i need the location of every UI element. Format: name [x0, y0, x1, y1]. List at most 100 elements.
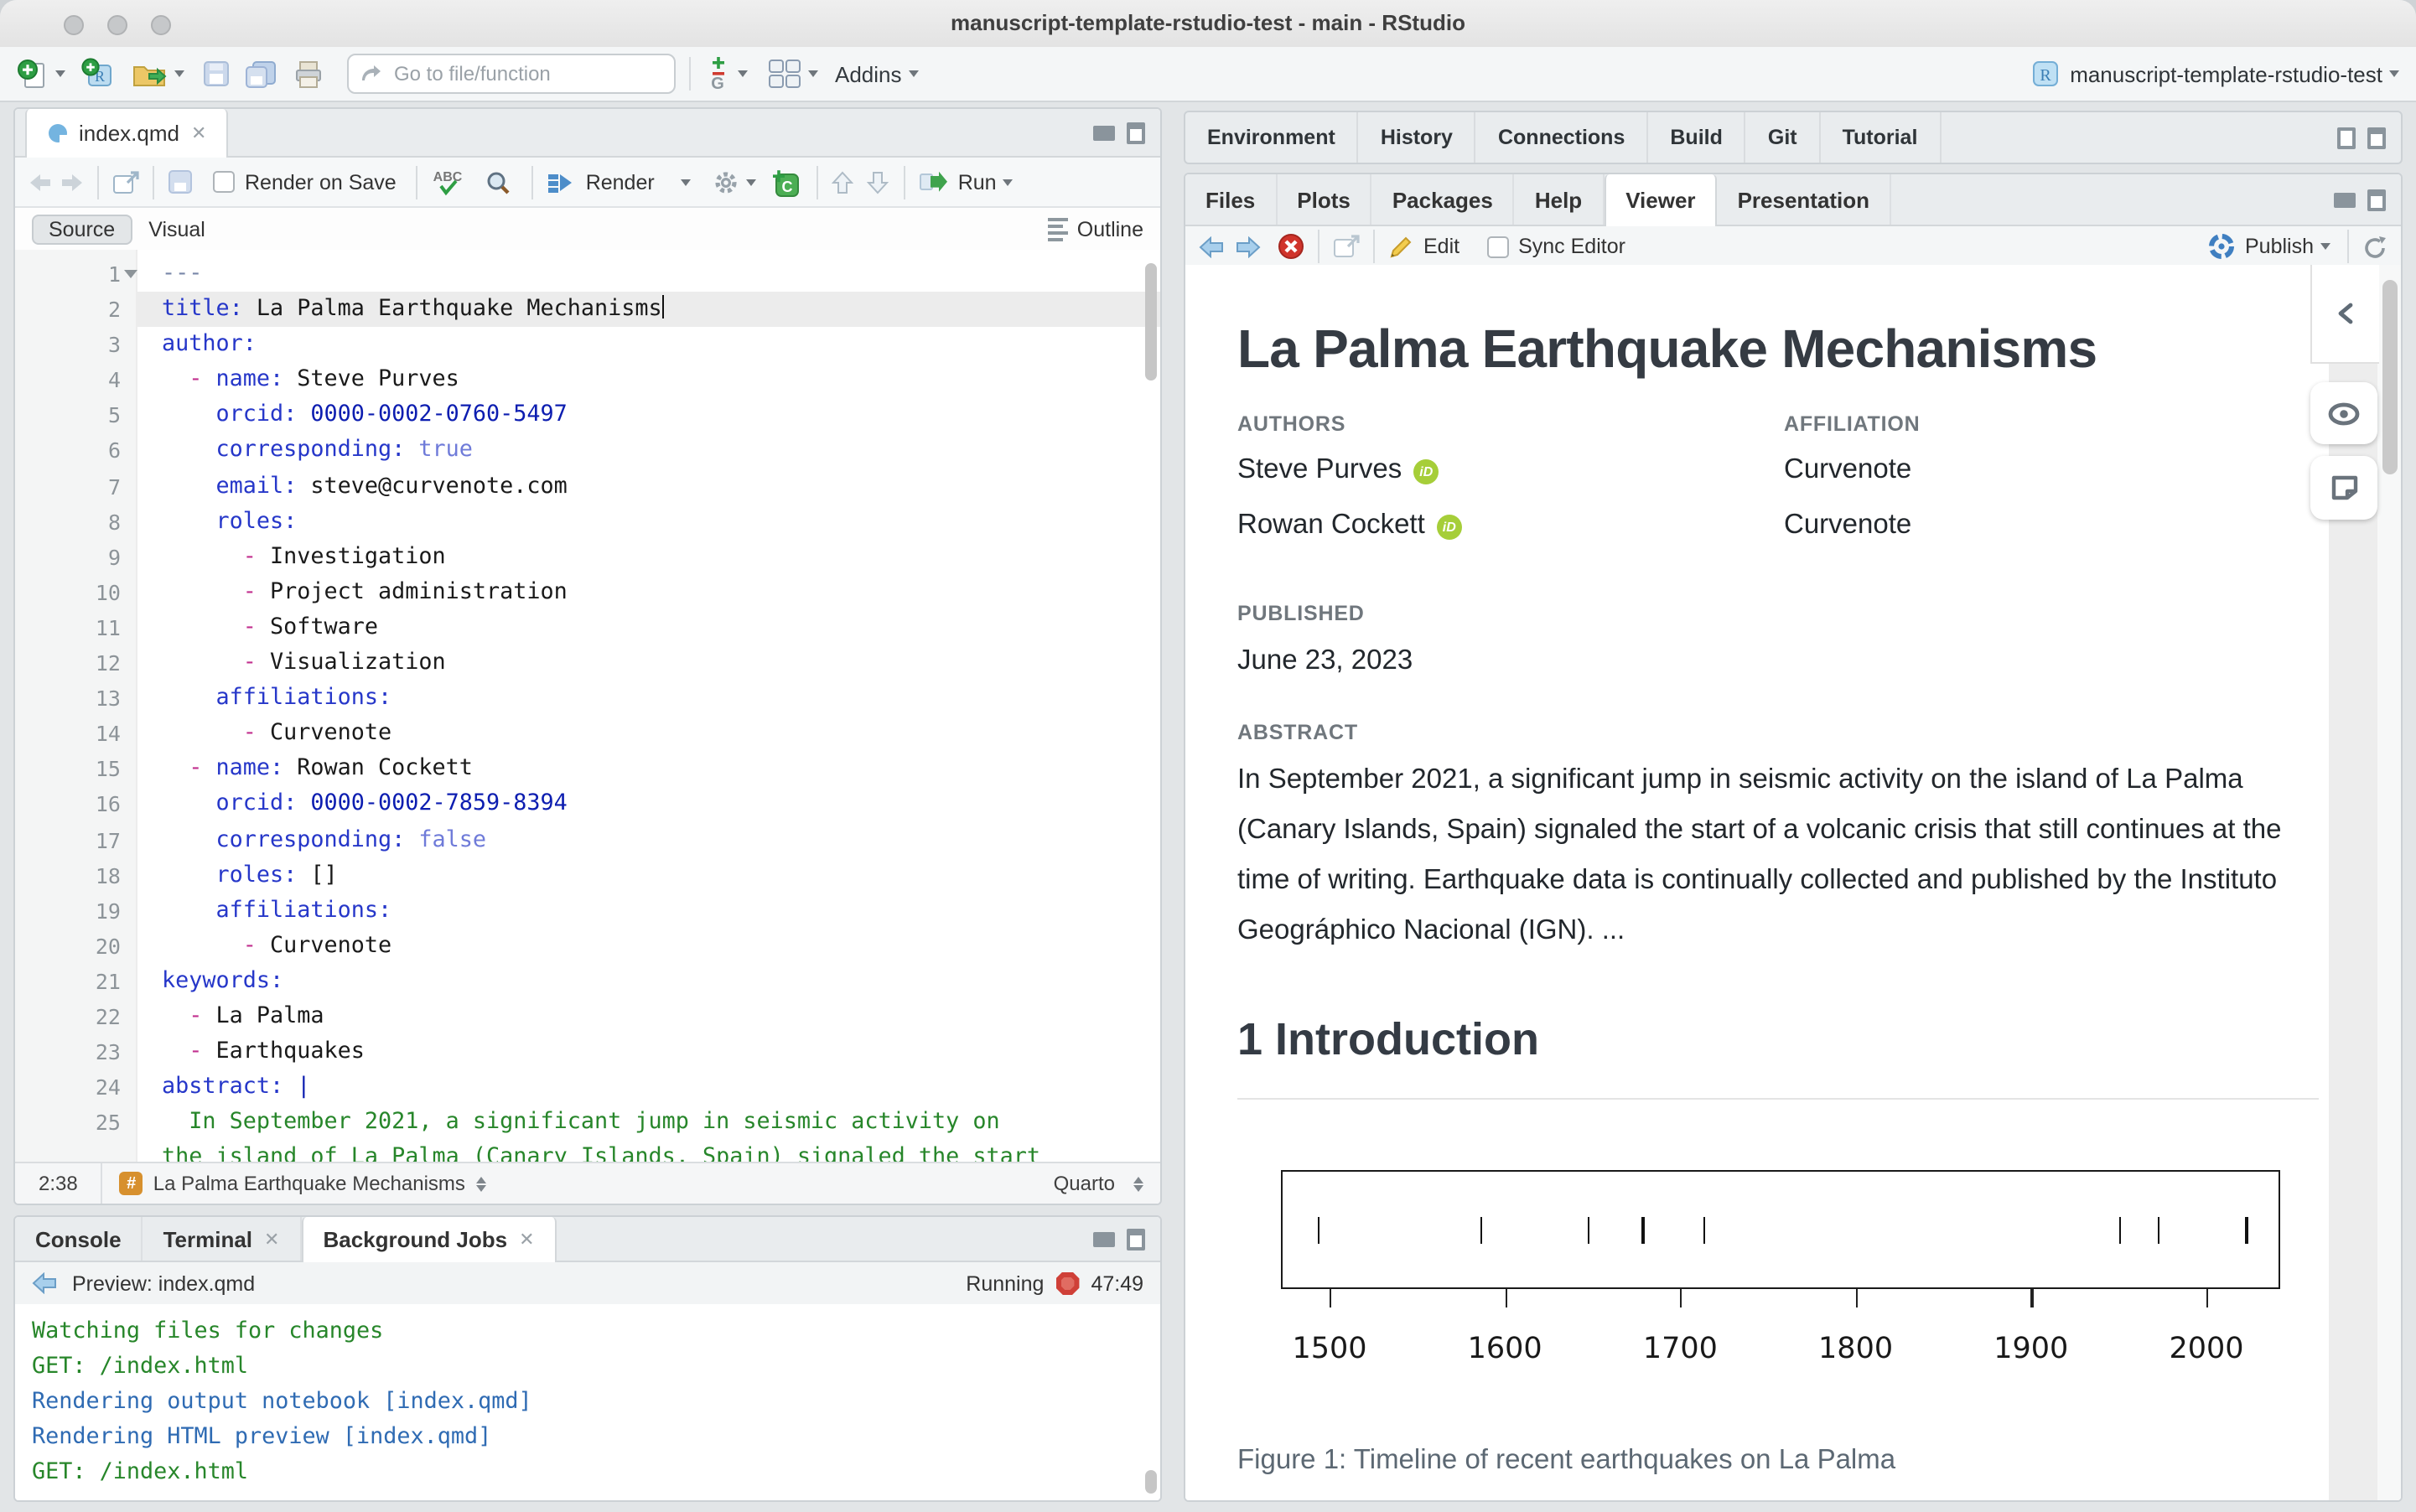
run-caret[interactable] — [1003, 179, 1014, 185]
code-line[interactable]: 5 orcid: 0000-0002-0760-5497 — [15, 398, 1160, 433]
new-file-caret[interactable] — [55, 70, 65, 77]
project-menu[interactable]: R manuscript-template-rstudio-test — [2030, 59, 2399, 89]
publish-caret[interactable] — [2320, 243, 2330, 250]
panes-layout-button[interactable] — [768, 59, 801, 89]
back-icon[interactable] — [29, 172, 52, 192]
render-icon[interactable] — [547, 170, 576, 194]
forward-icon[interactable] — [60, 172, 84, 192]
edit-button[interactable]: Edit — [1423, 235, 1459, 258]
addins-caret[interactable] — [909, 70, 919, 77]
new-project-button[interactable]: R — [80, 57, 116, 91]
code-line[interactable]: the island of La Palma (Canary Islands, … — [15, 1141, 1160, 1163]
close-tab-icon[interactable]: ✕ — [264, 1228, 279, 1250]
code-line[interactable]: 20 - Curvenote — [15, 929, 1160, 964]
tab-packages[interactable]: Packages — [1372, 174, 1515, 225]
code-line[interactable]: 22 - La Palma — [15, 999, 1160, 1034]
run-icon[interactable] — [920, 171, 948, 193]
code-line[interactable]: 19 affiliations: — [15, 893, 1160, 928]
console-tab-background-jobs[interactable]: Background Jobs✕ — [301, 1217, 556, 1262]
code-line[interactable]: 21keywords: — [15, 964, 1160, 999]
code-line[interactable]: 11 - Software — [15, 610, 1160, 645]
viewer-forward-icon[interactable] — [1236, 236, 1261, 257]
code-line[interactable]: 15 - name: Rowan Cockett — [15, 752, 1160, 787]
run-button[interactable]: Run — [958, 170, 997, 194]
minimize-pane-icon[interactable] — [1093, 1231, 1115, 1246]
code-line[interactable]: 12 - Visualization — [15, 645, 1160, 681]
doc-mode-menu[interactable]: Quarto — [1054, 1172, 1115, 1195]
code-line[interactable]: 1--- — [15, 256, 1160, 292]
maximize-pane-icon[interactable] — [2367, 127, 2386, 148]
render-button[interactable]: Render — [586, 170, 655, 194]
code-line[interactable]: 6 corresponding: true — [15, 433, 1160, 469]
code-line[interactable]: 2title: La Palma Earthquake Mechanisms — [15, 292, 1160, 327]
notes-button[interactable] — [2310, 456, 2377, 520]
open-file-caret[interactable] — [174, 70, 184, 77]
minimize-pane-icon[interactable] — [2337, 127, 2356, 148]
tab-help[interactable]: Help — [1515, 174, 1604, 225]
code-line[interactable]: 10 - Project administration — [15, 575, 1160, 610]
viewer-popout-icon[interactable] — [1333, 235, 1360, 258]
close-tab-icon[interactable]: ✕ — [519, 1229, 534, 1251]
panes-layout-caret[interactable] — [808, 70, 818, 77]
tab-build[interactable]: Build — [1648, 112, 1746, 163]
gear-icon[interactable] — [713, 168, 740, 195]
tab-index-qmd[interactable]: index.qmd ✕ — [25, 109, 228, 158]
insert-chunk-icon[interactable]: C — [772, 167, 802, 197]
code-line[interactable]: 7 email: steve@curvenote.com — [15, 469, 1160, 504]
editor-scrollbar[interactable] — [1145, 263, 1157, 381]
goto-file-input[interactable] — [391, 60, 632, 87]
close-tab-icon[interactable]: ✕ — [191, 122, 206, 144]
version-control-caret[interactable] — [738, 70, 748, 77]
code-line[interactable]: 25 In September 2021, a significant jump… — [15, 1106, 1160, 1141]
maximize-pane-icon[interactable] — [1127, 1228, 1145, 1250]
addins-button[interactable]: Addins — [835, 61, 902, 86]
save-button[interactable] — [203, 60, 230, 87]
code-line[interactable]: 9 - Investigation — [15, 540, 1160, 575]
save-file-icon[interactable] — [168, 169, 193, 194]
maximize-pane-icon[interactable] — [2367, 189, 2386, 210]
minimize-pane-icon[interactable] — [2334, 192, 2356, 207]
save-all-button[interactable] — [245, 60, 277, 88]
code-line[interactable]: 23 - Earthquakes — [15, 1034, 1160, 1069]
tab-connections[interactable]: Connections — [1476, 112, 1648, 163]
console-scrollbar[interactable] — [1145, 1470, 1157, 1494]
code-line[interactable]: 24abstract: | — [15, 1069, 1160, 1105]
outline-button[interactable]: Outline — [1049, 215, 1143, 245]
tab-presentation[interactable]: Presentation — [1718, 174, 1892, 225]
viewer-scrollbar[interactable] — [2382, 280, 2397, 474]
code-line[interactable]: 8 roles: — [15, 504, 1160, 539]
tab-tutorial[interactable]: Tutorial — [1821, 112, 1942, 163]
render-caret[interactable] — [682, 179, 692, 185]
spellcheck-icon[interactable]: ABC — [432, 167, 465, 197]
popout-icon[interactable] — [112, 170, 139, 194]
gear-caret[interactable] — [747, 179, 757, 185]
orcid-icon[interactable]: iD — [1437, 515, 1462, 540]
console-tab-console[interactable]: Console — [15, 1217, 143, 1261]
refresh-icon[interactable] — [2362, 234, 2387, 259]
code-line[interactable]: 13 affiliations: — [15, 681, 1160, 716]
code-line[interactable]: 3author: — [15, 327, 1160, 362]
code-line[interactable]: 16 orcid: 0000-0002-7859-8394 — [15, 787, 1160, 822]
publish-button[interactable]: Publish — [2245, 235, 2314, 258]
preview-eye-button[interactable] — [2310, 382, 2377, 444]
viewer-back-icon[interactable] — [1199, 236, 1224, 257]
goto-file-search[interactable] — [347, 54, 676, 94]
sync-editor-checkbox[interactable] — [1486, 236, 1508, 257]
status-section-menu[interactable]: La Palma Earthquake Mechanisms — [153, 1172, 465, 1195]
open-file-button[interactable] — [132, 60, 168, 88]
code-line[interactable]: 18 roles: [] — [15, 857, 1160, 893]
version-control-button[interactable]: G — [704, 57, 731, 91]
visual-mode-button[interactable]: Visual — [132, 215, 222, 245]
tab-environment[interactable]: Environment — [1185, 112, 1359, 163]
tab-viewer[interactable]: Viewer — [1604, 174, 1717, 226]
stop-job-icon[interactable] — [1055, 1271, 1079, 1295]
tab-files[interactable]: Files — [1185, 174, 1277, 225]
maximize-pane-icon[interactable] — [1127, 122, 1145, 143]
job-back-icon[interactable] — [32, 1272, 57, 1294]
fold-caret-icon[interactable] — [124, 270, 137, 278]
go-up-icon[interactable] — [832, 170, 854, 194]
code-editor[interactable]: 1---2title: La Palma Earthquake Mechanis… — [15, 250, 1160, 1163]
source-mode-button[interactable]: Source — [32, 215, 132, 245]
new-file-button[interactable] — [17, 58, 49, 90]
tab-history[interactable]: History — [1359, 112, 1476, 163]
